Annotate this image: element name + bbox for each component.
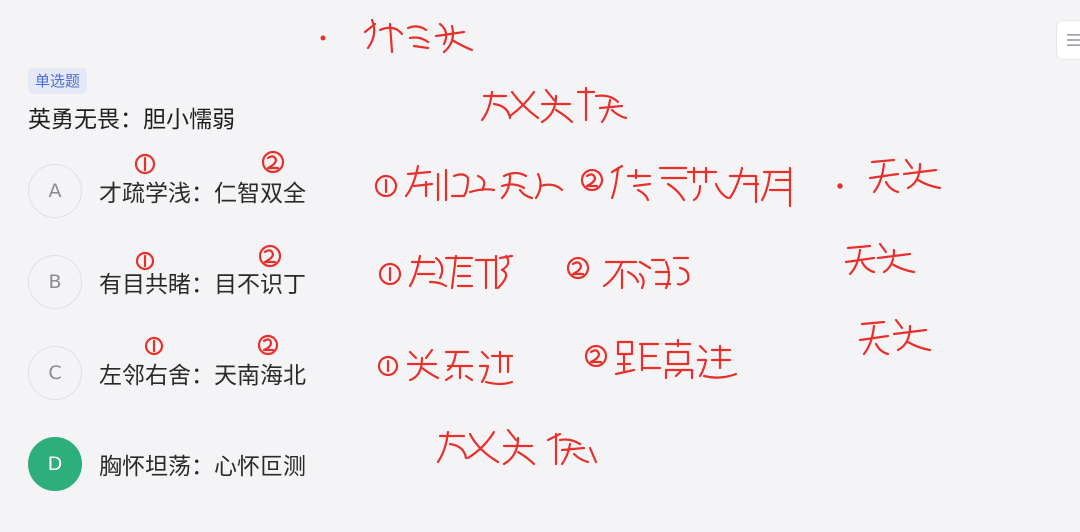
- option-letter: A: [28, 164, 82, 218]
- question-stem: 英勇无畏：胆小懦弱: [28, 107, 235, 133]
- option-c[interactable]: C 左邻右舍：天南海北: [28, 345, 448, 401]
- option-b[interactable]: B 有目共睹：目不识丁: [28, 254, 448, 310]
- option-text: 才疏学浅：仁智双全: [99, 181, 306, 207]
- option-d[interactable]: D 胸怀坦荡：心怀叵测: [28, 436, 448, 492]
- option-letter-selected: D: [28, 437, 82, 491]
- option-a[interactable]: A 才疏学浅：仁智双全: [28, 163, 448, 219]
- option-letter: B: [28, 255, 82, 309]
- option-text: 左邻右舍：天南海北: [99, 363, 306, 389]
- option-text: 胸怀坦荡：心怀叵测: [99, 454, 306, 480]
- option-text: 有目共睹：目不识丁: [99, 272, 306, 298]
- option-letter: C: [28, 346, 82, 400]
- menu-button[interactable]: [1056, 20, 1080, 60]
- question-type-tag: 单选题: [28, 68, 88, 94]
- menu-lines-icon: [1067, 34, 1080, 46]
